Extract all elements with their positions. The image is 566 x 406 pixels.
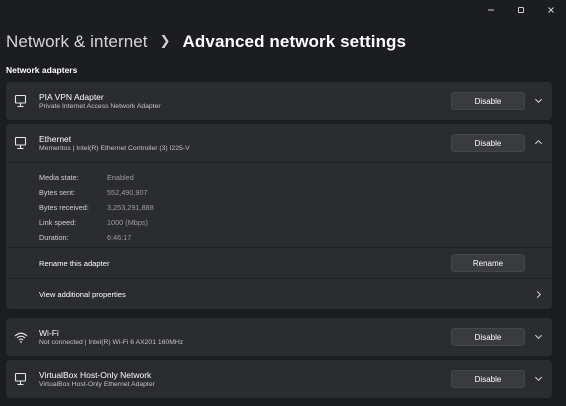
- maximize-button[interactable]: [506, 0, 536, 20]
- detail-value: Enabled: [107, 173, 134, 182]
- adapter-description: Mementos | Intel(R) Ethernet Controller …: [39, 145, 190, 152]
- chevron-right-icon: ❯: [159, 33, 171, 48]
- chevron-down-icon[interactable]: [534, 332, 543, 341]
- maximize-icon: [518, 7, 524, 13]
- settings-window: Network & internet ❯ Advanced network se…: [0, 0, 566, 406]
- detail-value: 6:46:17: [107, 233, 132, 242]
- ethernet-icon: [14, 94, 27, 108]
- chevron-right-icon: [536, 290, 542, 299]
- disable-button[interactable]: Disable: [451, 328, 525, 346]
- adapter-header[interactable]: Ethernet Mementos | Intel(R) Ethernet Co…: [6, 124, 552, 162]
- caption-bar: [476, 0, 566, 20]
- ethernet-icon: [14, 372, 27, 386]
- detail-row: Bytes sent: 552,490,907: [6, 188, 552, 203]
- breadcrumb-parent[interactable]: Network & internet: [6, 32, 148, 52]
- disable-button[interactable]: Disable: [451, 134, 525, 152]
- detail-label: Duration:: [39, 233, 69, 242]
- disable-button[interactable]: Disable: [451, 370, 525, 388]
- detail-label: Media state:: [39, 173, 79, 182]
- detail-value: 552,490,907: [107, 188, 148, 197]
- detail-row: Link speed: 1000 (Mbps): [6, 218, 552, 233]
- minimize-icon: [488, 9, 494, 11]
- disable-button[interactable]: Disable: [451, 92, 525, 110]
- rename-label: Rename this adapter: [39, 259, 110, 268]
- chevron-down-icon[interactable]: [534, 374, 543, 383]
- adapter-name: Ethernet: [39, 134, 72, 144]
- section-label: Network adapters: [6, 65, 78, 75]
- detail-label: Bytes sent:: [39, 188, 76, 197]
- adapter-card-ethernet[interactable]: Ethernet Mementos | Intel(R) Ethernet Co…: [6, 124, 552, 309]
- adapter-card-pia-vpn[interactable]: PIA VPN Adapter Private Internet Access …: [6, 82, 552, 120]
- detail-row: Media state: Enabled: [6, 173, 552, 188]
- wifi-icon: [14, 332, 28, 343]
- page-title: Advanced network settings: [182, 32, 407, 51]
- rename-row: Rename this adapter Rename: [6, 247, 552, 278]
- detail-row: Duration: 6:46:17: [6, 233, 552, 248]
- chevron-up-icon[interactable]: [534, 138, 543, 147]
- adapter-name: PIA VPN Adapter: [39, 92, 104, 102]
- adapter-details: Media state: Enabled Bytes sent: 552,490…: [6, 162, 552, 247]
- adapter-card-virtualbox[interactable]: VirtualBox Host-Only Network VirtualBox …: [6, 360, 552, 398]
- detail-row: Bytes received: 3,253,291,888: [6, 203, 552, 218]
- detail-value: 1000 (Mbps): [107, 218, 148, 227]
- close-icon: [548, 7, 554, 13]
- view-additional-properties-row[interactable]: View additional properties: [6, 278, 552, 309]
- detail-label: Link speed:: [39, 218, 77, 227]
- adapter-name: VirtualBox Host-Only Network: [39, 370, 152, 380]
- close-button[interactable]: [536, 0, 566, 20]
- adapter-card-wifi[interactable]: Wi-Fi Not connected | Intel(R) Wi-Fi 6 A…: [6, 318, 552, 356]
- adapter-description: VirtualBox Host-Only Ethernet Adapter: [39, 381, 155, 388]
- adapter-description: Private Internet Access Network Adapter: [39, 103, 161, 110]
- chevron-down-icon[interactable]: [534, 96, 543, 105]
- detail-value: 3,253,291,888: [107, 203, 154, 212]
- rename-button[interactable]: Rename: [451, 254, 525, 272]
- minimize-button[interactable]: [476, 0, 506, 20]
- adapter-header[interactable]: Wi-Fi Not connected | Intel(R) Wi-Fi 6 A…: [6, 318, 552, 356]
- adapter-description: Not connected | Intel(R) Wi-Fi 6 AX201 1…: [39, 339, 184, 346]
- adapter-header[interactable]: PIA VPN Adapter Private Internet Access …: [6, 82, 552, 120]
- breadcrumb: Network & internet ❯ Advanced network se…: [6, 32, 406, 52]
- ethernet-icon: [14, 136, 27, 150]
- view-additional-properties-label: View additional properties: [39, 290, 126, 299]
- detail-label: Bytes received:: [39, 203, 89, 212]
- adapter-header[interactable]: VirtualBox Host-Only Network VirtualBox …: [6, 360, 552, 398]
- adapter-name: Wi-Fi: [39, 328, 59, 338]
